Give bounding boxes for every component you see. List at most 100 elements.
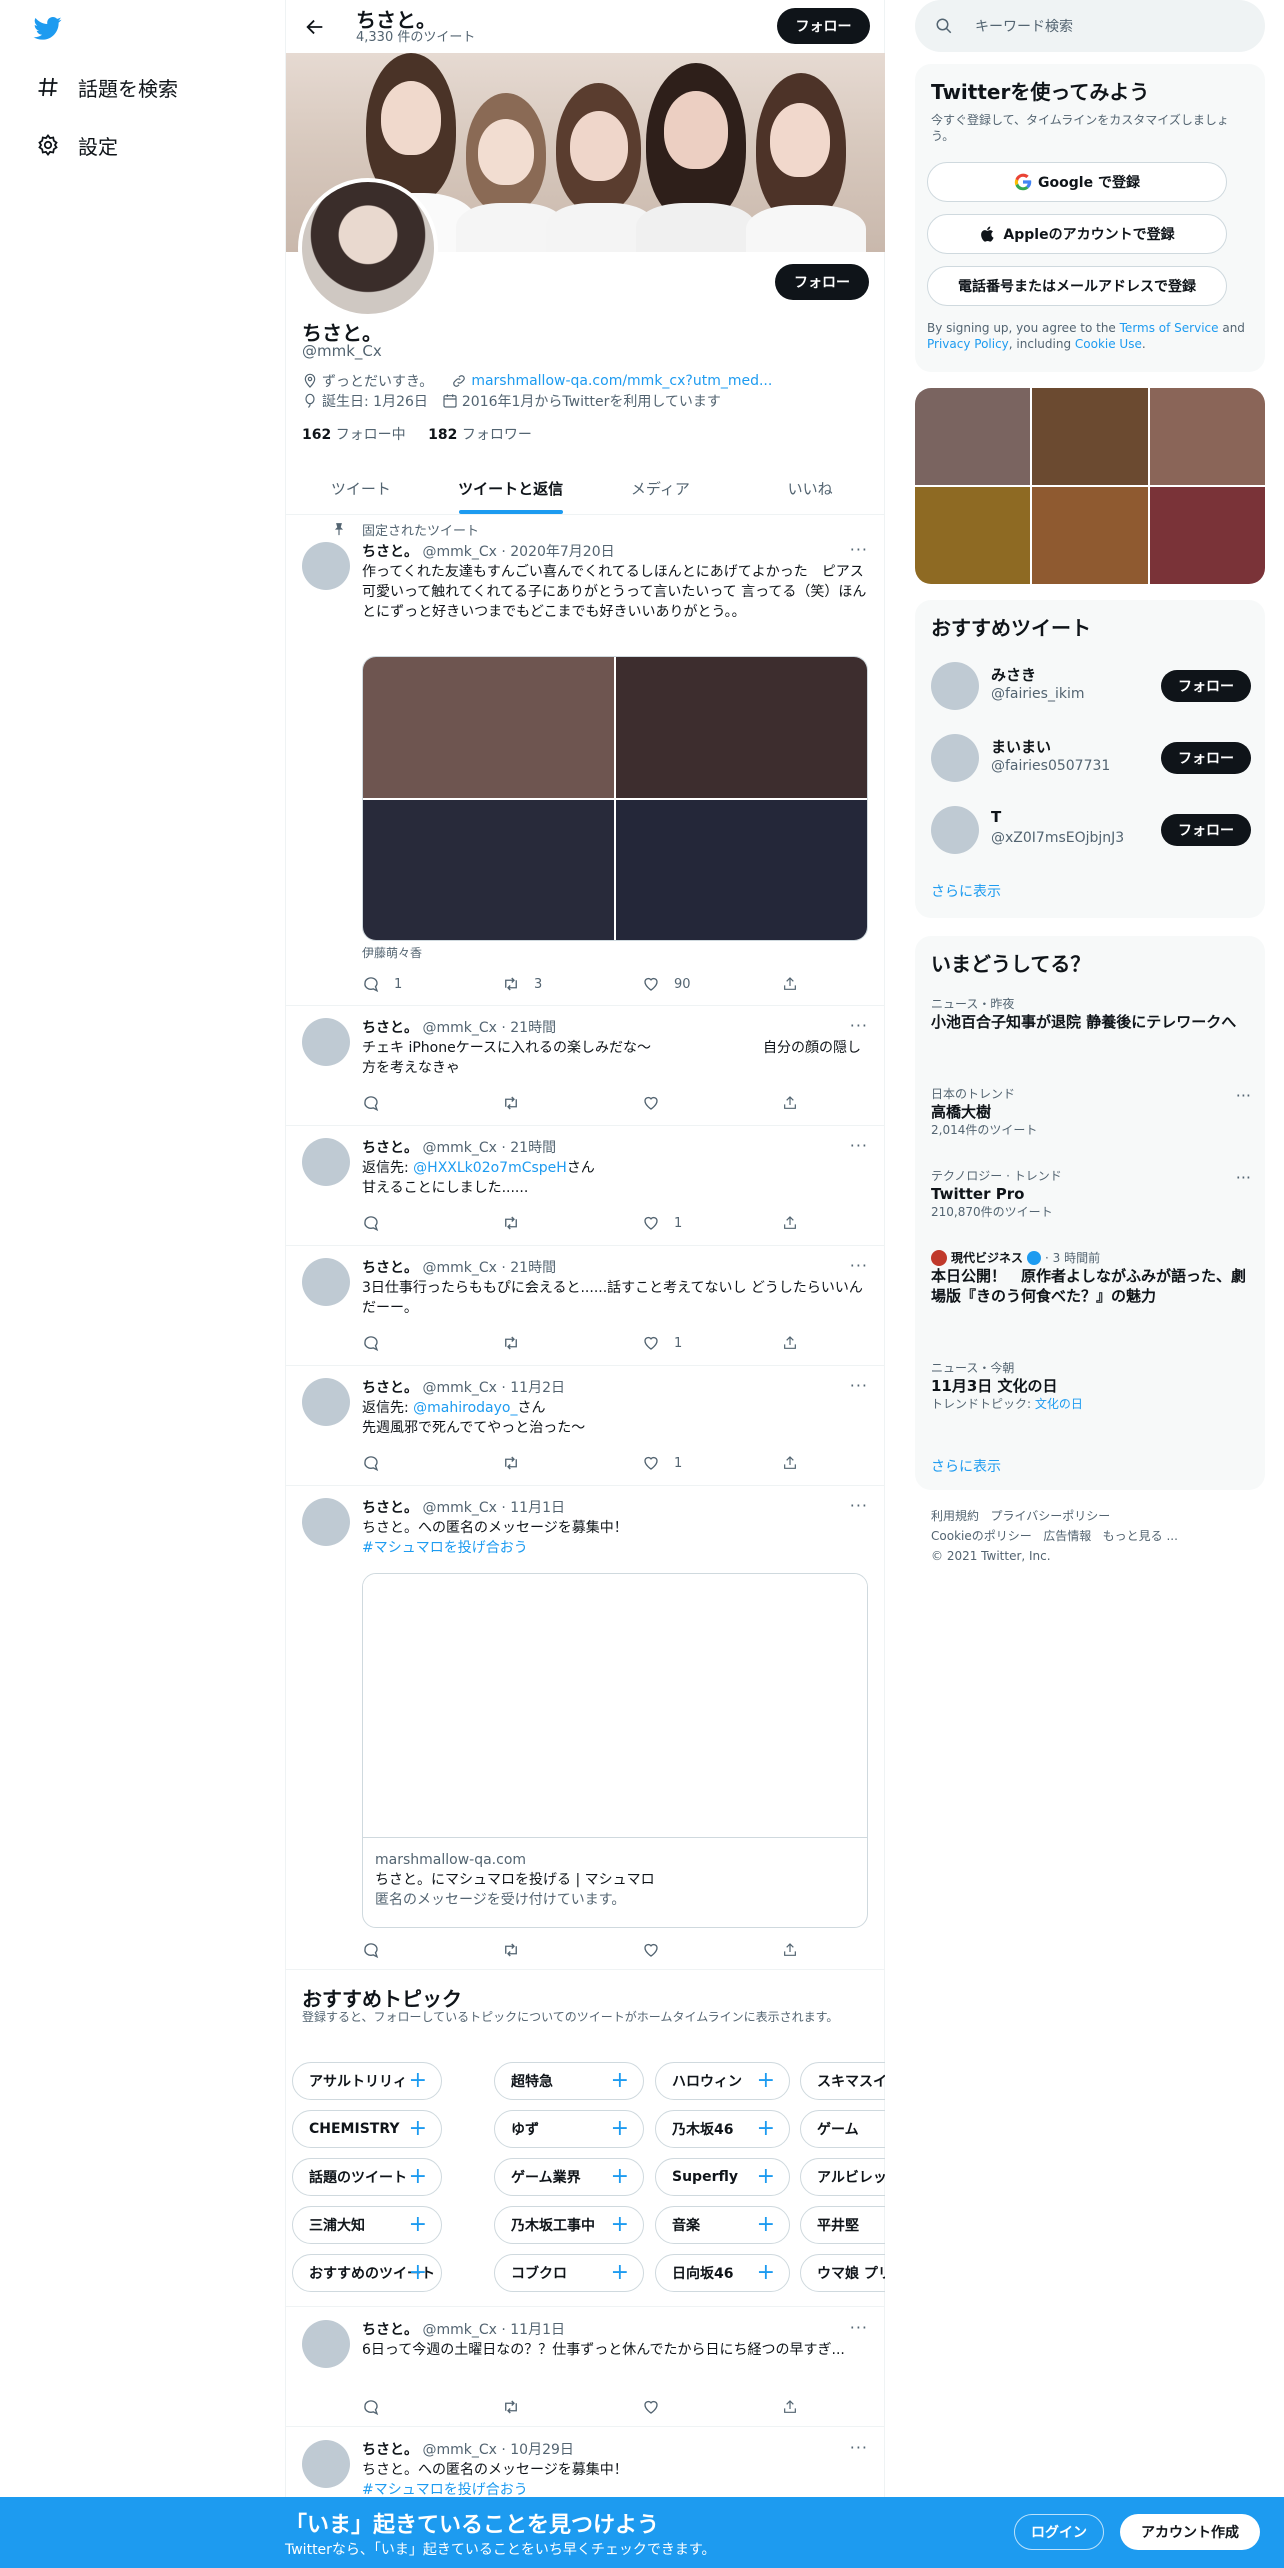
- retweet-button[interactable]: [502, 1453, 614, 1473]
- tweet-avatar[interactable]: [302, 1258, 350, 1306]
- avatar[interactable]: [931, 734, 979, 782]
- media-thumbnail[interactable]: [1149, 388, 1265, 485]
- topic-chip[interactable]: スキマスイッチ+: [800, 2062, 885, 2100]
- media-thumbnail[interactable]: [915, 388, 1031, 485]
- tweet-author-name[interactable]: ちさと。: [362, 2442, 418, 2458]
- tweet-time[interactable]: · 11月1日: [501, 1500, 565, 1516]
- follow-button[interactable]: フォロー: [1161, 670, 1251, 702]
- media-thumbnail[interactable]: [1149, 487, 1265, 584]
- tweet-author-handle[interactable]: @mmk_Cx: [422, 1020, 496, 1036]
- tweet-avatar[interactable]: [302, 1498, 350, 1546]
- topic-chip[interactable]: ゲーム+: [800, 2110, 885, 2148]
- topic-chip[interactable]: 三浦大知 +: [292, 2206, 442, 2244]
- tweet-avatar[interactable]: [302, 1018, 350, 1066]
- topic-chip[interactable]: 日向坂46 +: [655, 2254, 790, 2292]
- avatar[interactable]: [931, 662, 979, 710]
- tweet-author-name[interactable]: ちさと。: [362, 2322, 418, 2338]
- trend-item[interactable]: ニュース・昨夜 小池百合子知事が退院 静養後にテレワークへ: [931, 996, 1251, 1032]
- profile-url-link[interactable]: marshmallow-qa.com/mmk_cx?utm_med...: [471, 373, 772, 389]
- tweet-author-name[interactable]: ちさと。: [362, 1500, 418, 1516]
- reply-button[interactable]: [362, 2397, 474, 2417]
- reply-to-link[interactable]: @HXXLk02o7mCspeH: [413, 1160, 567, 1176]
- tab-tweets[interactable]: ツイート: [286, 462, 436, 514]
- avatar[interactable]: [931, 806, 979, 854]
- tweet-avatar[interactable]: [302, 1138, 350, 1186]
- topic-chip[interactable]: 超特急 +: [494, 2062, 644, 2100]
- suggested-user[interactable]: まいまい @fairies0507731 フォロー: [931, 732, 1251, 784]
- topic-chip[interactable]: 乃木坂工事中 +: [494, 2206, 644, 2244]
- back-arrow-icon[interactable]: [304, 16, 326, 38]
- tweet-author-name[interactable]: ちさと。: [362, 1140, 418, 1156]
- nav-settings[interactable]: 設定: [36, 130, 118, 160]
- tweet-author-name[interactable]: ちさと。: [362, 1260, 418, 1276]
- show-more-link[interactable]: さらに表示: [931, 1456, 1001, 1476]
- topic-chip[interactable]: 話題のツイート +: [292, 2158, 442, 2196]
- topic-chip[interactable]: CHEMISTRY +: [292, 2110, 442, 2148]
- like-button[interactable]: [642, 1940, 754, 1960]
- hashtag-link[interactable]: #マシュマロを投げ合おう: [362, 1540, 528, 1556]
- retweet-button[interactable]: [502, 2397, 614, 2417]
- show-more-link[interactable]: さらに表示: [931, 881, 1001, 901]
- topic-chip[interactable]: 乃木坂46 +: [655, 2110, 790, 2148]
- media-image[interactable]: [616, 799, 867, 940]
- like-button[interactable]: [642, 1093, 754, 1113]
- apple-signup-button[interactable]: Appleのアカウントで登録: [927, 214, 1227, 254]
- reply-button[interactable]: [362, 1333, 474, 1353]
- cookie-link[interactable]: Cookie Use: [1075, 337, 1142, 351]
- tweet-time[interactable]: · 21時間: [501, 1020, 556, 1036]
- tab-likes[interactable]: いいね: [735, 462, 885, 514]
- trend-topic-link[interactable]: 文化の日: [1035, 1397, 1083, 1411]
- create-account-button[interactable]: アカウント作成: [1120, 2514, 1260, 2550]
- follow-button[interactable]: フォロー: [1161, 742, 1251, 774]
- retweet-button[interactable]: [502, 1213, 614, 1233]
- share-button[interactable]: [782, 1213, 812, 1233]
- tweet-time[interactable]: · 21時間: [501, 1140, 556, 1156]
- trend-item[interactable]: テクノロジー · トレンド Twitter Pro 210,870件のツイート …: [931, 1168, 1251, 1220]
- reply-button[interactable]: [362, 1940, 474, 1960]
- topic-chip[interactable]: 平井堅+: [800, 2206, 885, 2244]
- share-button[interactable]: [782, 1333, 812, 1353]
- header-follow-button[interactable]: フォロー: [777, 8, 870, 44]
- more-options-icon[interactable]: ···: [1236, 1168, 1251, 1187]
- tweet-avatar[interactable]: [302, 2320, 350, 2368]
- reply-button[interactable]: [362, 1453, 474, 1473]
- media-thumbnail[interactable]: [1032, 388, 1148, 485]
- retweet-button[interactable]: [502, 1093, 614, 1113]
- search-input[interactable]: キーワード検索: [975, 16, 1073, 36]
- tab-media[interactable]: メディア: [586, 462, 736, 514]
- reply-button[interactable]: [362, 1093, 474, 1113]
- tweet-author-name[interactable]: ちさと。: [362, 1020, 418, 1036]
- share-button[interactable]: [782, 2397, 812, 2417]
- privacy-link[interactable]: Privacy Policy: [927, 337, 1009, 351]
- media-image[interactable]: [363, 799, 614, 940]
- tweet-author-handle[interactable]: @mmk_Cx: [422, 544, 496, 560]
- footer-cookie-link[interactable]: Cookieのポリシー: [931, 1529, 1032, 1543]
- like-button[interactable]: 1: [642, 1213, 754, 1233]
- tweet-avatar[interactable]: [302, 1378, 350, 1426]
- tweet-author-handle[interactable]: @mmk_Cx: [422, 2442, 496, 2458]
- like-button[interactable]: 1: [642, 1333, 754, 1353]
- footer-more-link[interactable]: もっと見る ...: [1103, 1529, 1178, 1543]
- tweet-time[interactable]: · 2020年7月20日: [501, 544, 614, 560]
- tweet-author-handle[interactable]: @mmk_Cx: [422, 2322, 496, 2338]
- reply-button[interactable]: 1: [362, 974, 474, 994]
- topic-chip[interactable]: ハロウィン +: [655, 2062, 790, 2100]
- topic-chip[interactable]: 音楽 +: [655, 2206, 790, 2244]
- media-image[interactable]: [363, 657, 614, 798]
- retweet-button[interactable]: [502, 1333, 614, 1353]
- share-button[interactable]: [782, 1940, 812, 1960]
- share-button[interactable]: [782, 974, 812, 994]
- tab-tweets-and-replies[interactable]: ツイートと返信: [436, 462, 586, 514]
- link-card[interactable]: marshmallow-qa.com ちさと。にマシュマロを投げる | マシュマ…: [362, 1573, 868, 1928]
- more-options-icon[interactable]: ···: [1236, 1086, 1251, 1105]
- suggested-user[interactable]: T @xZ0I7msEOjbjnJ3 フォロー: [931, 804, 1251, 856]
- like-button[interactable]: 1: [642, 1453, 754, 1473]
- suggested-user[interactable]: みさき @fairies_ikim フォロー: [931, 660, 1251, 712]
- profile-avatar[interactable]: [298, 178, 438, 318]
- topic-chip[interactable]: おすすめのツイート +: [292, 2254, 442, 2292]
- footer-privacy-link[interactable]: プライバシーポリシー: [990, 1509, 1110, 1523]
- trend-item[interactable]: 日本のトレンド 高橋大樹 2,014件のツイート ···: [931, 1086, 1251, 1138]
- topic-chip[interactable]: ゲーム業界 +: [494, 2158, 644, 2196]
- google-signup-button[interactable]: Google で登録: [927, 162, 1227, 202]
- tweet-author-name[interactable]: ちさと。: [362, 544, 418, 560]
